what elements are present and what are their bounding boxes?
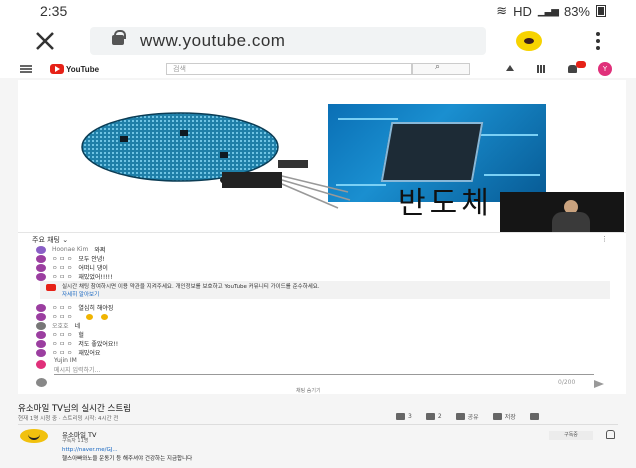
- like-button[interactable]: 3: [396, 413, 412, 420]
- description-text: 헬스아빠와노을 운동기 등 해주셔야 건강하는 지금합니다: [62, 456, 193, 462]
- share-button[interactable]: 공유: [455, 412, 479, 421]
- chat-input-user: Yujin IM: [54, 357, 77, 364]
- chat-message: ㅇ ㅁ ㅇ 모두 안녕!: [36, 254, 105, 263]
- video-info: 유소마일 TV님의 실시간 스트림 현재 1명 시청 중 · 스트리밍 시작: …: [0, 396, 636, 468]
- chat-footer: 0/200 채팅 숨기기: [18, 377, 626, 395]
- live-chat-panel: 주요 채팅 ⌄ ⋮ Hoonae Kim 와쩌 ㅇ ㅁ ㅇ 모두 안녕! ㅇ ㅁ…: [18, 232, 626, 394]
- browser-toolbar: www.youtube.com: [0, 22, 636, 60]
- chat-message: ㅇ ㅁ ㅇ 재밌었어!!!!!: [36, 272, 112, 281]
- chat-header[interactable]: 주요 채팅 ⌄: [32, 235, 68, 245]
- emoji-icon: [86, 313, 94, 320]
- chat-message: ㅇ ㅁ ㅇ 재밌어요: [36, 348, 100, 357]
- notification-badge: [576, 61, 586, 68]
- hide-chat-button[interactable]: 채팅 숨기기: [296, 387, 321, 394]
- chat-message: 오호호 네: [36, 321, 80, 330]
- screen: 2:35 ≋ HD ▁▃▅ 83% www.youtube.com YouTub…: [0, 0, 636, 468]
- status-time: 2:35: [40, 3, 68, 19]
- apps-icon[interactable]: [537, 65, 546, 73]
- avatar: [36, 254, 46, 263]
- avatar: [36, 330, 46, 339]
- chat-input[interactable]: 메시지 입력하기...: [54, 365, 594, 375]
- youtube-logo-text: YouTube: [66, 64, 100, 74]
- save-button[interactable]: 저장: [492, 412, 516, 421]
- channel-avatar[interactable]: [20, 429, 48, 443]
- address-bar[interactable]: www.youtube.com: [90, 27, 486, 55]
- notice-text: 실시간 채팅 참여하시면 이용 약관을 지켜주세요. 개인정보를 보호하고 Yo…: [62, 284, 320, 290]
- video-meta: 현재 1명 시청 중 · 스트리밍 시작: 4시간 전: [18, 416, 119, 422]
- emoji-picker-icon[interactable]: [36, 378, 47, 387]
- chat-input-area: Yujin IM 메시지 입력하기...: [32, 357, 614, 377]
- video-player[interactable]: 반도체: [18, 80, 626, 232]
- transistor-image: [220, 160, 351, 209]
- divider: [18, 424, 618, 425]
- chat-message: ㅇ ㅁ ㅇ 어떠니 댕이: [36, 263, 108, 272]
- avatar: [36, 321, 46, 330]
- playlist-add-icon: [492, 413, 502, 420]
- upload-icon[interactable]: [506, 65, 514, 71]
- kakao-icon[interactable]: [516, 31, 542, 51]
- close-icon[interactable]: [34, 30, 56, 52]
- signal-icon: ▁▃▅: [537, 5, 559, 17]
- share-icon: [455, 413, 465, 420]
- avatar: [36, 312, 46, 321]
- send-icon[interactable]: [594, 380, 604, 388]
- video-actions: 3 2 공유 저장: [396, 412, 539, 421]
- learn-more-link[interactable]: 자세히 알아보기: [62, 290, 99, 298]
- wifi-icon: ≋: [496, 3, 508, 18]
- avatar: [36, 272, 46, 281]
- flag-button[interactable]: [529, 413, 539, 420]
- address-url[interactable]: www.youtube.com: [140, 31, 285, 51]
- search-input[interactable]: 검색: [166, 63, 412, 75]
- subscribe-button[interactable]: 구독중: [549, 431, 593, 440]
- thumbs-up-icon: [396, 413, 405, 420]
- avatar: [36, 360, 46, 369]
- youtube-logo[interactable]: YouTube: [50, 64, 99, 74]
- chat-message: ㅇ ㅁ ㅇ 열심히 해야징: [36, 303, 113, 312]
- flag-icon: [529, 413, 539, 420]
- chat-message: ㅇ ㅁ ㅇ 저도 좋았어요!!: [36, 339, 118, 348]
- youtube-icon: [46, 284, 56, 291]
- video-title: 유소마일 TV님의 실시간 스트림: [18, 404, 131, 414]
- youtube-header: YouTube 검색 Y: [0, 60, 636, 78]
- char-count: 0/200: [558, 379, 576, 386]
- avatar: [36, 348, 46, 357]
- avatar: [36, 303, 46, 312]
- battery-icon: [596, 5, 606, 17]
- avatar: [36, 245, 46, 254]
- video-caption: 반도체: [398, 186, 493, 221]
- bell-icon[interactable]: [606, 430, 615, 439]
- chat-message: ㅇ ㅁ ㅇ: [36, 312, 109, 321]
- network-type: HD: [513, 3, 532, 19]
- search-button[interactable]: [412, 62, 470, 75]
- lock-icon: [112, 30, 126, 45]
- more-menu-icon[interactable]: [596, 32, 600, 50]
- chat-message: Hoonae Kim 와쩌: [36, 245, 105, 254]
- subscriber-count: 구독자 11명: [62, 438, 89, 444]
- presenter-webcam: [500, 192, 624, 232]
- chat-more-icon[interactable]: ⋮: [601, 235, 608, 243]
- status-icons: ≋ HD ▁▃▅ 83%: [496, 3, 606, 19]
- account-avatar[interactable]: Y: [598, 62, 612, 76]
- thumbs-down-icon: [425, 413, 435, 420]
- youtube-play-icon: [50, 64, 64, 74]
- avatar: [36, 263, 46, 272]
- status-bar: 2:35 ≋ HD ▁▃▅ 83%: [0, 0, 636, 22]
- avatar: [36, 339, 46, 348]
- chat-notice: 실시간 채팅 참여하시면 이용 약관을 지켜주세요. 개인정보를 보호하고 Yo…: [40, 281, 610, 299]
- menu-icon[interactable]: [20, 65, 32, 73]
- dislike-button[interactable]: 2: [425, 413, 442, 420]
- description-link[interactable]: http://naver.me/GJ...: [62, 447, 118, 453]
- battery-percent: 83%: [563, 3, 590, 19]
- chat-message: ㅇ ㅁ ㅇ 헐: [36, 330, 84, 339]
- emoji-icon: [101, 313, 109, 320]
